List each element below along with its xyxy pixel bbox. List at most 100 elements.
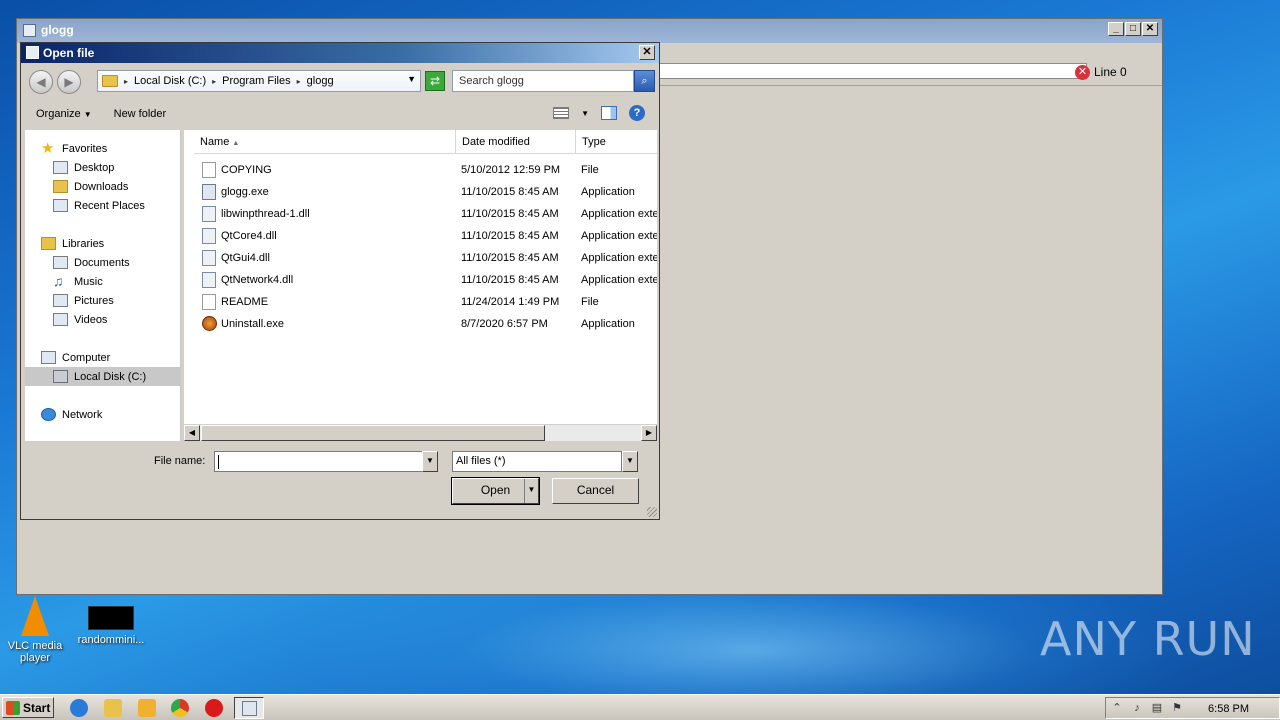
refresh-button[interactable]: ⇄ xyxy=(425,71,445,91)
file-name-input[interactable] xyxy=(214,451,438,472)
desktop-icon-randommini[interactable]: randommini... xyxy=(76,606,146,646)
column-header-name[interactable]: Name ▲ xyxy=(194,130,456,154)
file-date: 11/10/2015 8:45 AM xyxy=(461,186,559,198)
show-hidden-icons-icon[interactable]: ⌃ xyxy=(1110,702,1124,715)
dll-icon xyxy=(202,250,216,266)
nav-recent-places[interactable]: Recent Places xyxy=(53,196,145,215)
file-name: QtNetwork4.dll xyxy=(221,274,294,286)
file-date: 11/24/2014 1:49 PM xyxy=(461,296,560,308)
back-button[interactable]: ◀ xyxy=(29,70,53,94)
file-name: Uninstall.exe xyxy=(221,318,284,330)
glogg-app-icon xyxy=(242,701,257,716)
start-label: Start xyxy=(23,700,51,715)
minimize-button[interactable]: _ xyxy=(1108,22,1124,36)
file-row[interactable]: Uninstall.exe 8/7/2020 6:57 PM Applicati… xyxy=(184,313,657,335)
opera-icon[interactable] xyxy=(205,699,223,717)
new-folder-button[interactable]: New folder xyxy=(114,108,167,120)
file-type: Application exte xyxy=(581,274,657,286)
volume-icon[interactable]: ♪ xyxy=(1130,702,1144,715)
nav-music[interactable]: ♫ Music xyxy=(53,272,103,291)
open-button[interactable]: Open ▼ xyxy=(451,477,540,505)
media-player-icon[interactable] xyxy=(138,699,156,717)
file-name-label: File name: xyxy=(154,455,206,467)
maximize-button[interactable]: □ xyxy=(1125,22,1141,36)
chevron-right-icon: ▸ xyxy=(296,76,301,86)
nav-network[interactable]: Network xyxy=(41,405,102,424)
file-date: 11/10/2015 8:45 AM xyxy=(461,208,559,220)
horizontal-scrollbar[interactable]: ◀ ▶ xyxy=(184,424,657,441)
file-row[interactable]: COPYING 5/10/2012 12:59 PM File xyxy=(184,159,657,181)
address-bar[interactable]: ▸ Local Disk (C:) ▸ Program Files ▸ glog… xyxy=(97,70,421,92)
resize-grip[interactable] xyxy=(647,507,657,517)
cancel-button[interactable]: Cancel xyxy=(552,478,639,504)
breadcrumb-item[interactable]: Local Disk (C:) xyxy=(134,75,206,87)
file-row[interactable]: libwinpthread-1.dll 11/10/2015 8:45 AM A… xyxy=(184,203,657,225)
scroll-right-button[interactable]: ▶ xyxy=(641,425,657,441)
chevron-down-icon[interactable]: ▼ xyxy=(581,109,589,118)
dialog-close-button[interactable]: ✕ xyxy=(639,45,655,60)
help-icon[interactable]: ? xyxy=(629,105,645,121)
view-options-icon[interactable] xyxy=(553,107,570,119)
nav-computer[interactable]: Computer xyxy=(41,348,110,367)
divider xyxy=(657,85,1162,86)
glogg-app-icon xyxy=(23,24,36,37)
desktop-icon-vlc[interactable]: VLC media player xyxy=(0,596,70,664)
start-button[interactable]: Start xyxy=(2,697,54,718)
nav-label: Computer xyxy=(62,351,111,364)
close-button[interactable]: ✕ xyxy=(1142,22,1158,36)
file-row[interactable]: QtNetwork4.dll 11/10/2015 8:45 AM Applic… xyxy=(184,269,657,291)
dialog-app-icon xyxy=(26,46,39,59)
file-type: Application xyxy=(581,318,635,330)
preview-pane-icon[interactable] xyxy=(601,106,617,120)
column-header-type[interactable]: Type xyxy=(576,130,657,154)
nav-pictures[interactable]: Pictures xyxy=(53,291,114,310)
file-type-value: All files (*) xyxy=(456,455,506,467)
chevron-down-icon[interactable]: ▼ xyxy=(407,74,416,84)
forward-button[interactable]: ▶ xyxy=(57,70,81,94)
scroll-left-button[interactable]: ◀ xyxy=(184,425,200,441)
file-type-dropdown-button[interactable]: ▼ xyxy=(622,451,638,472)
nav-desktop[interactable]: Desktop xyxy=(53,158,114,177)
file-type: File xyxy=(581,296,599,308)
nav-videos[interactable]: Videos xyxy=(53,310,107,329)
dll-icon xyxy=(202,272,216,288)
file-row[interactable]: README 11/24/2014 1:49 PM File xyxy=(184,291,657,313)
flag-icon[interactable]: ⚑ xyxy=(1170,702,1184,715)
taskbar-glogg-button[interactable] xyxy=(234,697,264,719)
breadcrumb-item[interactable]: glogg xyxy=(307,75,334,87)
nav-label: Favorites xyxy=(62,142,108,155)
organize-label: Organize xyxy=(36,108,81,120)
documents-icon xyxy=(53,256,68,269)
column-header-date[interactable]: Date modified xyxy=(456,130,576,154)
search-icon[interactable]: ⌕ xyxy=(634,70,655,92)
file-type-select[interactable]: All files (*) xyxy=(452,451,622,472)
dialog-title: Open file xyxy=(43,46,95,60)
chevron-down-icon[interactable]: ▼ xyxy=(524,479,538,503)
scroll-thumb[interactable] xyxy=(201,425,545,441)
organize-button[interactable]: Organize ▼ xyxy=(36,108,92,120)
nav-libraries[interactable]: Libraries xyxy=(41,234,104,253)
search-status: ✕ Line 0 xyxy=(1075,63,1127,81)
main-title-bar[interactable]: glogg _ □ ✕ xyxy=(17,19,1162,43)
main-search-field[interactable] xyxy=(657,63,1087,79)
clock[interactable]: 6:58 PM xyxy=(1208,703,1249,715)
chrome-icon[interactable] xyxy=(171,699,189,717)
file-row[interactable]: QtGui4.dll 11/10/2015 8:45 AM Applicatio… xyxy=(184,247,657,269)
chevron-down-icon: ▼ xyxy=(83,110,92,119)
computer-icon xyxy=(41,351,56,364)
search-input[interactable]: Search glogg xyxy=(452,70,634,92)
file-explorer-icon[interactable] xyxy=(104,699,122,717)
dialog-title-bar[interactable]: Open file ✕ xyxy=(21,43,659,63)
internet-explorer-icon[interactable] xyxy=(70,699,88,717)
nav-favorites[interactable]: ★ Favorites xyxy=(41,139,107,158)
nav-local-disk[interactable]: Local Disk (C:) xyxy=(25,367,181,386)
breadcrumb-item[interactable]: Program Files xyxy=(222,75,290,87)
file-row[interactable]: glogg.exe 11/10/2015 8:45 AM Application xyxy=(184,181,657,203)
dll-icon xyxy=(202,206,216,222)
nav-documents[interactable]: Documents xyxy=(53,253,130,272)
file-name-dropdown-button[interactable]: ▼ xyxy=(422,451,438,472)
file-row[interactable]: QtCore4.dll 11/10/2015 8:45 AM Applicati… xyxy=(184,225,657,247)
nav-downloads[interactable]: Downloads xyxy=(53,177,128,196)
network-tray-icon[interactable]: ▤ xyxy=(1150,702,1164,715)
nav-label: Pictures xyxy=(74,294,114,307)
